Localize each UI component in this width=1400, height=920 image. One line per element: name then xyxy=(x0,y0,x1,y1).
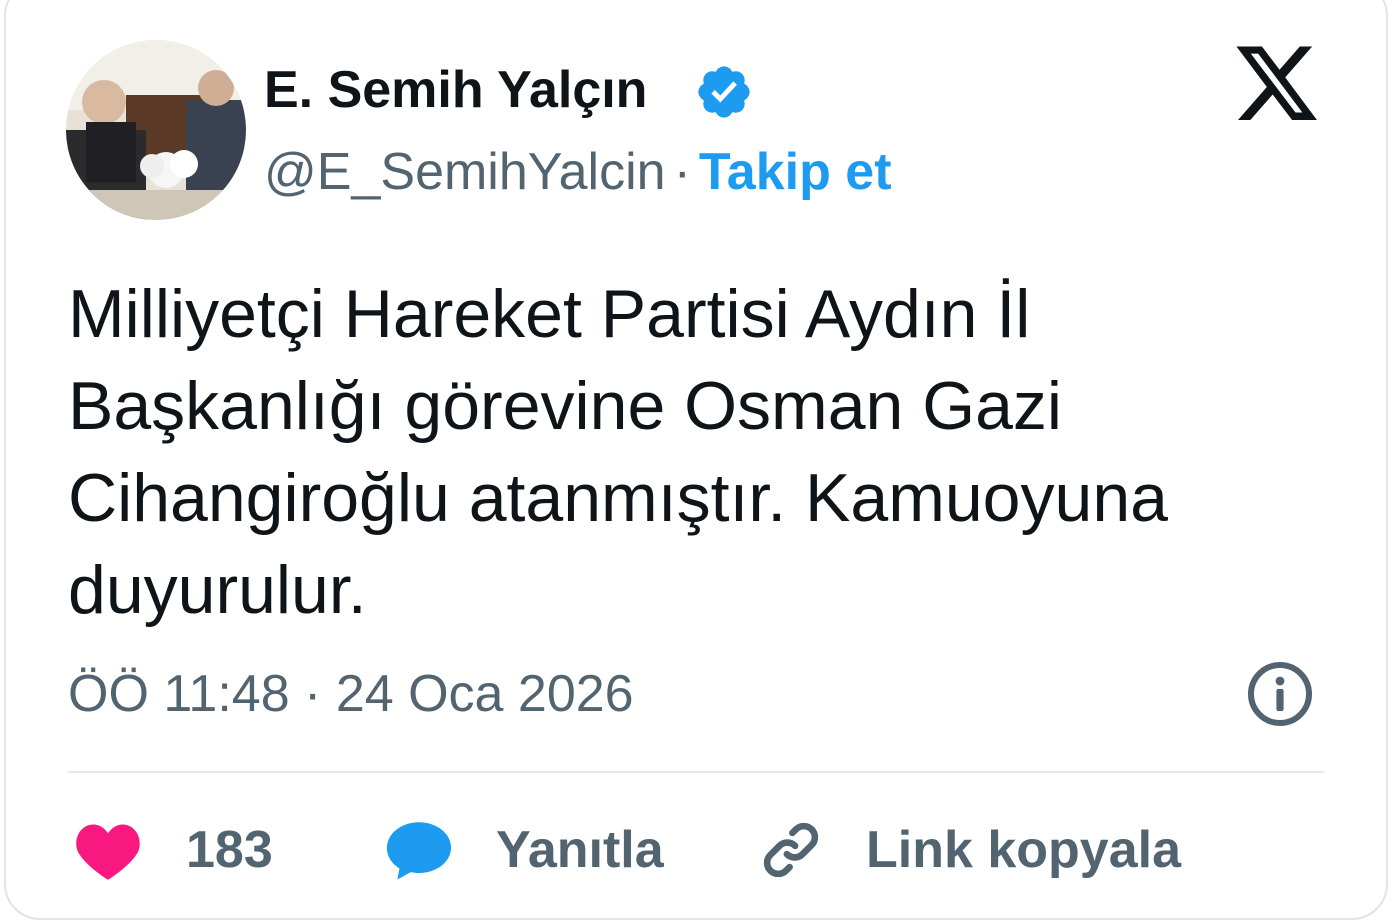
link-icon xyxy=(763,822,819,878)
like-count: 183 xyxy=(186,821,273,879)
follow-button[interactable]: Takip et xyxy=(699,143,892,201)
tweet-text: Milliyetçi Hareket Partisi Aydın İl Başk… xyxy=(68,276,1168,628)
copy-link-button[interactable]: Link kopyala xyxy=(758,818,1181,882)
verified-badge-icon xyxy=(698,66,750,118)
author-name[interactable]: E. Semih Yalçın xyxy=(264,58,647,122)
reply-label: Yanıtla xyxy=(496,821,664,879)
tweet-timestamp[interactable]: ÖÖ 11:48 · 24 Oca 2026 xyxy=(68,662,634,726)
separator-dot: · xyxy=(673,143,691,201)
like-button[interactable]: 183 xyxy=(74,818,273,882)
avatar[interactable] xyxy=(66,40,246,220)
handle-row: @E_SemihYalcin · Takip et xyxy=(264,140,892,204)
author-handle[interactable]: @E_SemihYalcin xyxy=(264,143,666,201)
copy-link-label: Link kopyala xyxy=(866,821,1181,879)
x-logo-icon[interactable] xyxy=(1236,46,1320,124)
reply-button[interactable]: Yanıtla xyxy=(384,818,664,882)
info-icon[interactable] xyxy=(1246,660,1314,728)
heart-icon xyxy=(76,824,140,880)
divider xyxy=(68,771,1324,773)
speech-bubble-icon xyxy=(386,822,452,880)
